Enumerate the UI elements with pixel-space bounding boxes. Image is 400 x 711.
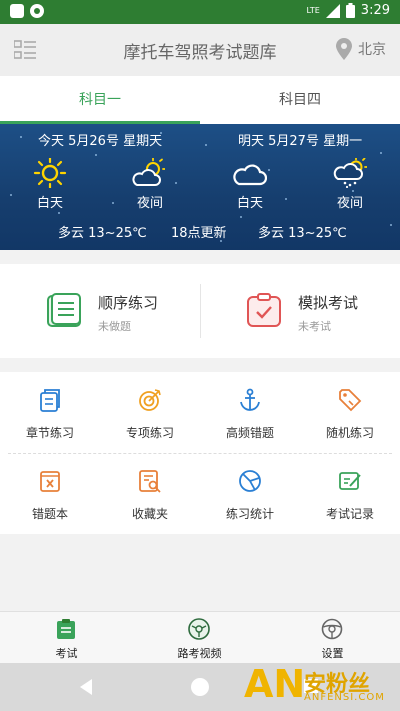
settings-icon bbox=[321, 618, 343, 640]
subject-tabs: 科目一 科目四 bbox=[0, 76, 400, 124]
bottom-navigation: 考试 路考视频 设置 bbox=[0, 611, 400, 664]
target-icon bbox=[139, 389, 161, 411]
sequential-practice-title: 顺序练习 bbox=[98, 294, 159, 312]
exam-record-label: 考试记录 bbox=[325, 507, 374, 521]
practice-statistics-label: 练习统计 bbox=[225, 507, 274, 521]
exam-record-icon bbox=[339, 472, 361, 490]
today-day-label: 白天 bbox=[36, 196, 63, 211]
app-notification-icon bbox=[10, 4, 24, 18]
exam-icon bbox=[57, 619, 75, 639]
today-header: 今天 5月26号 星期天 bbox=[38, 134, 163, 149]
today-night-label: 夜间 bbox=[136, 196, 163, 211]
nav-exam-label: 考试 bbox=[55, 647, 78, 660]
tomorrow-day-label: 白天 bbox=[236, 196, 263, 211]
tomorrow-night-label: 夜间 bbox=[336, 196, 363, 211]
tag-icon bbox=[339, 389, 362, 412]
signal-icon bbox=[325, 3, 340, 18]
frequent-errors-label: 高频错题 bbox=[225, 426, 274, 440]
nav-exam[interactable]: 考试 bbox=[0, 612, 133, 664]
home-icon[interactable] bbox=[191, 678, 209, 696]
tab-subject-four[interactable]: 科目四 bbox=[200, 76, 400, 124]
weather-panel: 今天 5月26号 星期天 明天 5月27号 星期一 白天 夜间 白天 夜间 多云… bbox=[0, 124, 400, 250]
watermark-logo: AN 安粉丝 ANFENSI.COM bbox=[244, 660, 394, 708]
practice-card: 顺序练习 未做题 模拟考试 未考试 bbox=[0, 264, 400, 358]
anchor-icon bbox=[240, 388, 260, 411]
location-label: 北京 bbox=[358, 42, 386, 58]
special-practice-label: 专项练习 bbox=[125, 426, 174, 440]
chapter-practice-icon bbox=[40, 389, 60, 412]
mock-exam-button[interactable]: 模拟考试 未考试 bbox=[200, 264, 400, 358]
favorites-icon bbox=[139, 470, 161, 493]
location-pin-icon bbox=[336, 38, 352, 60]
nav-road-test-video-label: 路考视频 bbox=[177, 647, 222, 660]
today-summary: 多云 13~25℃ bbox=[58, 226, 147, 241]
special-practice-button[interactable]: 专项练习 bbox=[100, 372, 200, 453]
sequential-practice-status: 未做题 bbox=[98, 320, 131, 333]
wrong-book-icon bbox=[40, 471, 60, 492]
nav-road-test-video[interactable]: 路考视频 bbox=[133, 612, 266, 664]
network-type: LTE bbox=[306, 5, 320, 15]
watermark-mark: AN bbox=[244, 662, 306, 706]
back-icon[interactable] bbox=[80, 679, 92, 695]
random-practice-button[interactable]: 随机练习 bbox=[300, 372, 400, 453]
tab-subject-one[interactable]: 科目一 bbox=[0, 76, 200, 124]
wrong-book-button[interactable]: 错题本 bbox=[0, 453, 100, 534]
road-test-video-icon bbox=[188, 618, 210, 640]
wrong-book-label: 错题本 bbox=[31, 507, 68, 521]
nav-settings[interactable]: 设置 bbox=[266, 612, 399, 664]
favorites-button[interactable]: 收藏夹 bbox=[100, 453, 200, 534]
mock-exam-status: 未考试 bbox=[298, 320, 331, 333]
frequent-errors-button[interactable]: 高频错题 bbox=[200, 372, 300, 453]
tomorrow-header: 明天 5月27号 星期一 bbox=[238, 134, 363, 149]
status-bar: LTE 3:29 bbox=[0, 0, 400, 24]
exam-record-button[interactable]: 考试记录 bbox=[300, 453, 400, 534]
chapter-practice-button[interactable]: 章节练习 bbox=[0, 372, 100, 453]
sync-notification-icon bbox=[30, 4, 44, 18]
mock-exam-icon bbox=[247, 293, 281, 327]
cloudy-rain-icon bbox=[333, 158, 367, 188]
nav-settings-label: 设置 bbox=[321, 647, 344, 660]
title-bar: 摩托车驾照考试题库 北京 bbox=[0, 24, 400, 76]
favorites-label: 收藏夹 bbox=[131, 507, 168, 521]
battery-icon bbox=[345, 3, 355, 18]
location-selector[interactable]: 北京 bbox=[336, 38, 386, 60]
update-time: 18点更新 bbox=[171, 226, 227, 241]
sequential-practice-icon bbox=[47, 293, 81, 327]
function-grid: 章节练习 专项练习 高频错题 随机练习 错题本 收藏夹 练习统计 考试记录 bbox=[0, 372, 400, 534]
practice-statistics-button[interactable]: 练习统计 bbox=[200, 453, 300, 534]
tomorrow-summary: 多云 13~25℃ bbox=[258, 226, 347, 241]
statistics-icon bbox=[239, 470, 261, 492]
sun-icon bbox=[33, 158, 67, 188]
watermark-en-text: ANFENSI.COM bbox=[304, 692, 385, 703]
chapter-practice-label: 章节练习 bbox=[25, 426, 74, 440]
partly-cloudy-night-icon bbox=[132, 158, 165, 186]
mock-exam-title: 模拟考试 bbox=[298, 294, 359, 312]
cloud-icon bbox=[233, 164, 267, 186]
random-practice-label: 随机练习 bbox=[325, 426, 374, 440]
status-time: 3:29 bbox=[360, 3, 390, 18]
sequential-practice-button[interactable]: 顺序练习 未做题 bbox=[0, 264, 200, 358]
